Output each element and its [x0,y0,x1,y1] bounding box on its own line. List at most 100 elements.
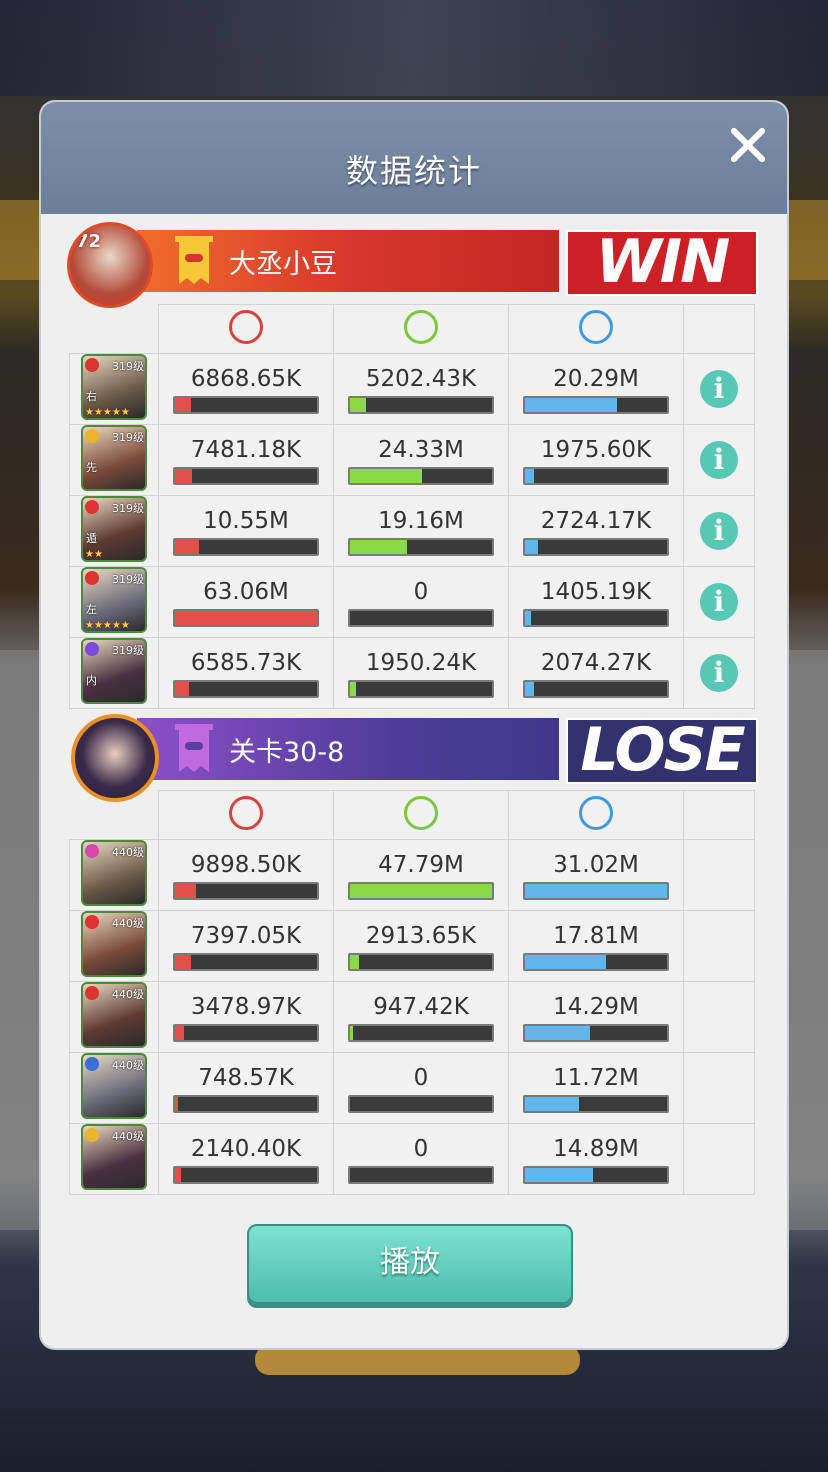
element-gem-icon [85,500,99,514]
hero-portrait[interactable]: 440级 [81,1124,147,1190]
element-gem-icon [85,429,99,443]
element-gem-icon [85,571,99,585]
heal-bar-fill [350,540,407,554]
shield-value: 31.02M [553,852,639,878]
damage-value: 748.57K [198,1065,294,1091]
hero-portrait[interactable]: 319级内 [81,638,147,704]
hero-portrait[interactable]: 440级 [81,1053,147,1119]
play-button[interactable]: 播放 [247,1224,573,1304]
heal-cross-icon [404,310,438,344]
hero-level: 440级 [112,917,144,930]
shield-value: 17.81M [553,923,639,949]
shield-value: 14.29M [553,994,639,1020]
heal-bar [348,1024,494,1042]
shield-bar-fill [525,1097,579,1111]
hero-stars: ★★★★★ [85,407,130,418]
shield-value: 20.29M [553,366,639,392]
damage-bar-fill [175,1097,178,1111]
shield-value: 1405.19K [540,579,652,605]
hero-level: 319级 [112,573,144,586]
enemy-banner: 关卡30-8 [137,718,559,780]
hero-position-tag: 先 [86,461,97,474]
element-gem-icon [85,986,99,1000]
heal-cross-icon [404,796,438,830]
heal-bar [348,1166,494,1184]
hero-portrait[interactable]: 319级左 ★★★★★ [81,567,147,633]
info-icon[interactable]: i [700,370,738,408]
damage-value: 63.06M [203,579,289,605]
damage-value: 6585.73K [190,650,302,676]
damage-bar [173,1024,319,1042]
hero-portrait[interactable]: 440级 [81,982,147,1048]
element-gem-icon [85,642,99,656]
heal-bar [348,1095,494,1113]
info-icon[interactable]: i [700,654,738,692]
banner-flag-icon [175,236,213,284]
heal-value: 5202.43K [365,366,477,392]
info-icon[interactable]: i [700,512,738,550]
shield-bar-fill [525,540,538,554]
shield-bar-fill [525,1026,591,1040]
player-name: 大丞小豆 [229,249,337,280]
hero-stats-row: 440级 2140.40K 0 14.89M [69,1123,755,1195]
info-icon[interactable]: i [700,583,738,621]
heal-bar-fill [350,682,356,696]
shield-bar-fill [525,398,618,412]
heal-value: 2913.65K [365,923,477,949]
hero-level: 440级 [112,846,144,859]
hero-stats-row: 440级 9898.50K 47.79M 31.02M [69,839,755,911]
win-result-label: WIN [566,230,758,296]
element-gem-icon [85,358,99,372]
attack-icon [229,796,263,830]
lose-result-label: LOSE [566,718,758,784]
damage-value: 10.55M [203,508,289,534]
info-icon[interactable]: i [700,441,738,479]
heal-bar-fill [350,955,359,969]
shield-icon [579,796,613,830]
attack-icon [229,310,263,344]
enemy-name: 关卡30-8 [229,737,345,768]
shield-bar [523,1095,669,1113]
heal-bar [348,680,494,698]
damage-bar [173,953,319,971]
damage-bar-fill [175,540,200,554]
shield-bar-fill [525,682,534,696]
element-gem-icon [85,915,99,929]
heal-value: 47.79M [378,852,464,878]
hero-level: 440级 [112,1059,144,1072]
damage-value: 2140.40K [190,1136,302,1162]
close-icon[interactable] [721,118,775,172]
heal-bar-fill [350,884,492,898]
hero-portrait[interactable]: 440级 [81,840,147,906]
hero-stats-row: 319级遁 ★★ 10.55M 19.16M 2724.17K i [69,495,755,567]
hero-stats-row: 319级先 7481.18K 24.33M 1975.60K i [69,424,755,496]
shield-value: 2074.27K [540,650,652,676]
player-avatar[interactable]: 72 [67,222,153,308]
banner-flag-icon [175,724,213,772]
hero-position-tag: 左 [86,603,97,616]
heal-bar-fill [350,1026,353,1040]
player-banner: 大丞小豆 [137,230,559,292]
element-gem-icon [85,1128,99,1142]
stats-dialog: 数据统计 大丞小豆 72 WIN 319级右 ★★★★★ 6868.65K 52… [41,102,787,1348]
damage-value: 7397.05K [190,923,302,949]
shield-icon [579,310,613,344]
hero-stats-row: 319级左 ★★★★★ 63.06M 0 1405.19K i [69,566,755,638]
hero-stats-row: 440级 3478.97K 947.42K 14.29M [69,981,755,1053]
shield-bar-fill [525,955,606,969]
heal-bar-fill [350,398,366,412]
heal-value: 0 [413,1065,429,1091]
shield-bar-fill [525,884,667,898]
damage-value: 9898.50K [190,852,302,878]
player-stats-table: 319级右 ★★★★★ 6868.65K 5202.43K 20.29M i 31… [69,304,755,709]
hero-portrait[interactable]: 319级右 ★★★★★ [81,354,147,420]
dialog-header: 数据统计 [41,102,787,214]
heal-value: 1950.24K [365,650,477,676]
shield-bar [523,953,669,971]
enemy-avatar[interactable] [71,714,159,802]
damage-bar [173,680,319,698]
hero-portrait[interactable]: 440级 [81,911,147,977]
heal-value: 19.16M [378,508,464,534]
hero-portrait[interactable]: 319级遁 ★★ [81,496,147,562]
hero-portrait[interactable]: 319级先 [81,425,147,491]
